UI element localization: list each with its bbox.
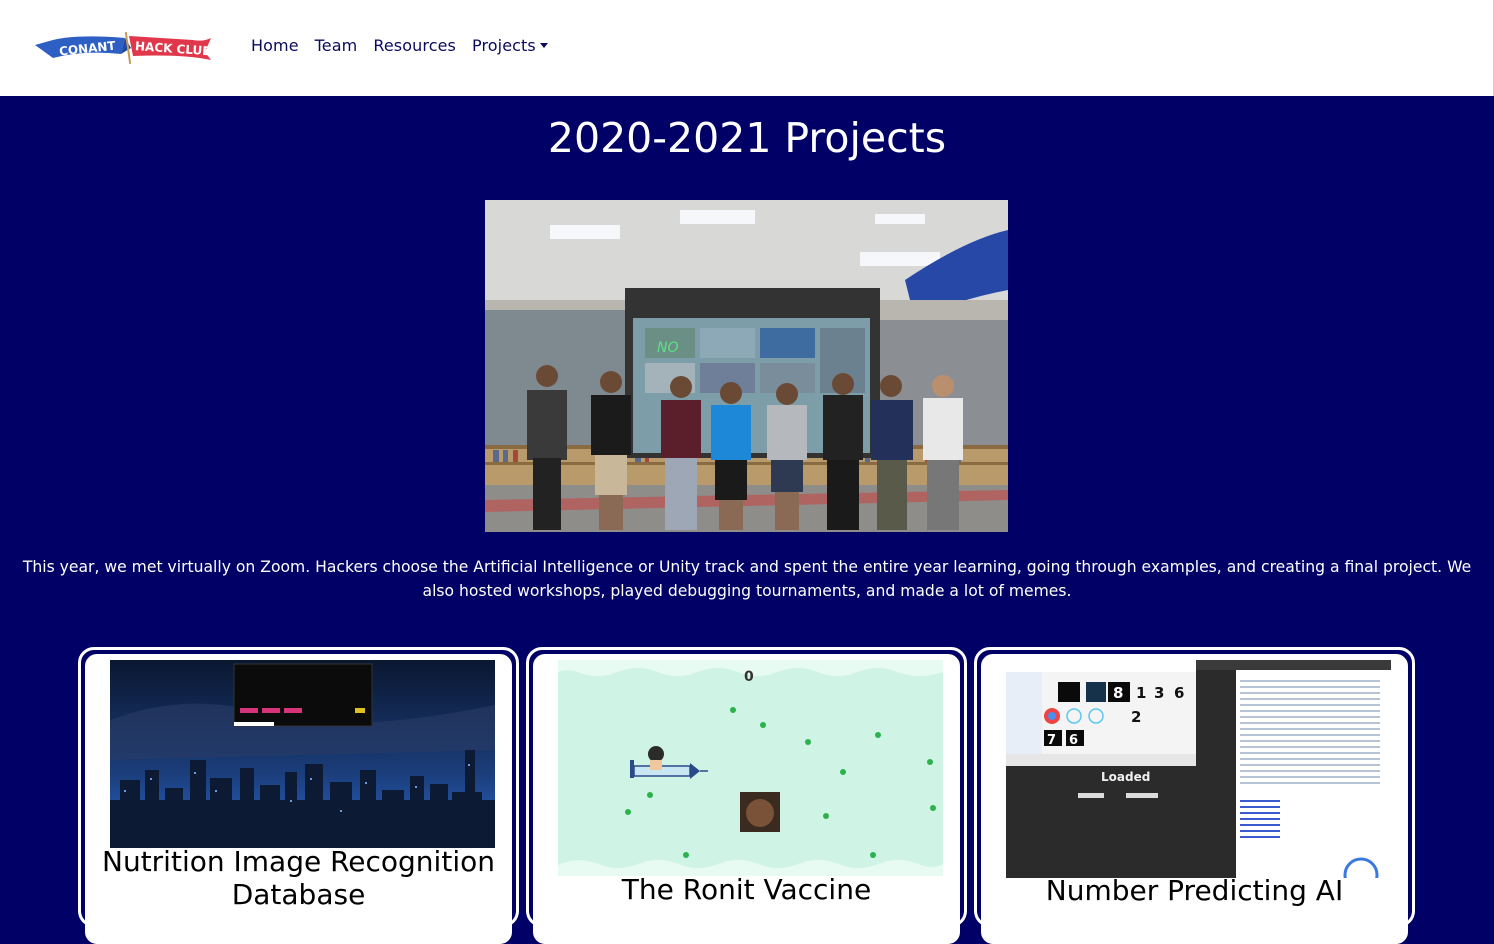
- nav-links: Home Team Resources Projects: [251, 36, 564, 55]
- svg-text:0: 0: [744, 669, 754, 685]
- project-thumbnail-ronit-vaccine: 0: [558, 660, 943, 876]
- svg-text:8: 8: [1113, 684, 1123, 702]
- face-sprite: [740, 792, 780, 832]
- navbar: CONANT HACK CLUB Home Team Resources Pro…: [0, 0, 1494, 96]
- project-thumbnail-number-predicting: 8 1 3 6 2 7 6 Loaded: [1006, 660, 1391, 878]
- svg-text:2: 2: [1131, 708, 1141, 726]
- group-photo: NO: [485, 200, 1008, 532]
- project-card-nutrition[interactable]: Nutrition Image Recognition Database: [78, 647, 519, 944]
- svg-text:NO: NO: [657, 340, 679, 356]
- svg-text:7: 7: [1047, 733, 1056, 748]
- project-card-number-predicting[interactable]: 8 1 3 6 2 7 6 Loaded Number Predicting A…: [974, 647, 1415, 944]
- page-title: 2020-2021 Projects: [547, 114, 947, 162]
- project-thumbnail-nutrition: [110, 660, 495, 848]
- svg-text:1: 1: [1136, 684, 1146, 702]
- project-title[interactable]: The Ronit Vaccine: [546, 873, 947, 906]
- project-title[interactable]: Nutrition Image Recognition Database: [98, 845, 499, 911]
- caret-down-icon: [539, 43, 548, 48]
- nav-link-team[interactable]: Team: [315, 36, 358, 55]
- nav-dropdown-projects[interactable]: Projects: [472, 36, 548, 55]
- svg-text:Loaded: Loaded: [1101, 770, 1150, 784]
- nav-dropdown-label: Projects: [471, 36, 536, 55]
- svg-text:6: 6: [1069, 733, 1078, 748]
- svg-text:6: 6: [1174, 684, 1184, 702]
- card-body: 0 The Ronit Vaccine: [533, 654, 960, 944]
- nav-link-resources[interactable]: Resources: [373, 36, 456, 55]
- project-card-ronit-vaccine[interactable]: 0 The Ronit Vaccine: [526, 647, 967, 944]
- nav-link-home[interactable]: Home: [251, 36, 299, 55]
- card-body: Nutrition Image Recognition Database: [85, 654, 512, 944]
- card-body: 8 1 3 6 2 7 6 Loaded Number Predicting A…: [981, 654, 1408, 944]
- page-description: This year, we met virtually on Zoom. Hac…: [22, 558, 1472, 600]
- svg-text:3: 3: [1154, 684, 1164, 702]
- conant-hack-club-logo[interactable]: CONANT HACK CLUB: [33, 28, 213, 68]
- project-title[interactable]: Number Predicting AI: [994, 874, 1395, 907]
